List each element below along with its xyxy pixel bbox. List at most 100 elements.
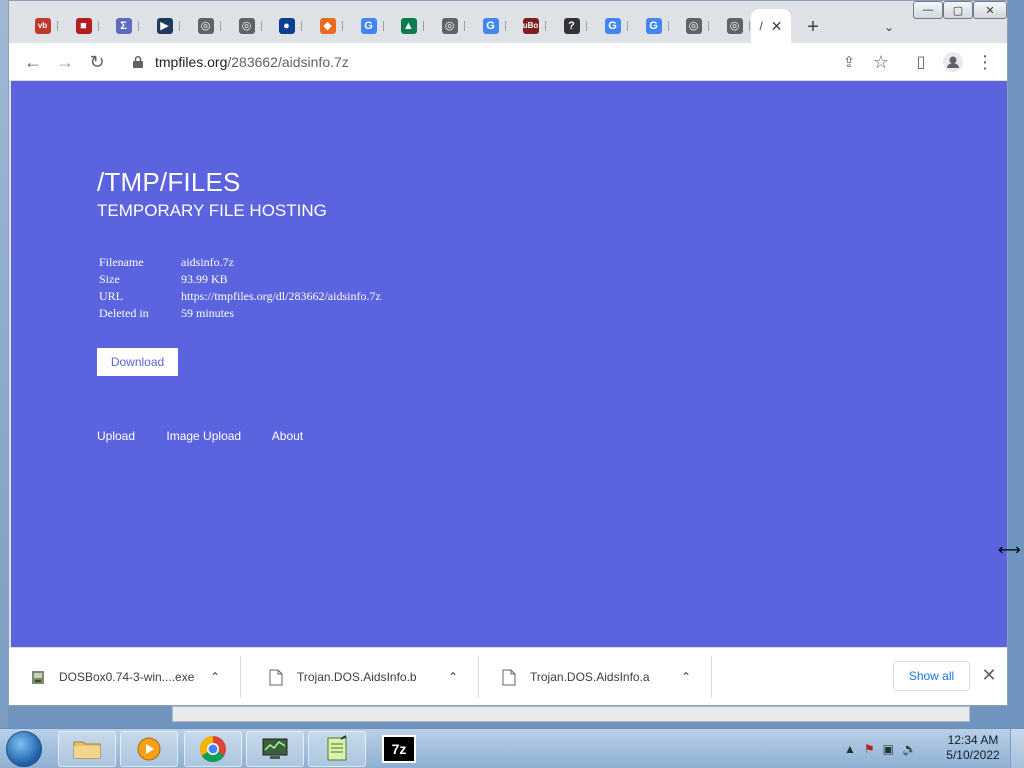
background-window-scrollbar: [172, 706, 970, 722]
new-tab-button[interactable]: +: [801, 15, 825, 39]
bookmark-star-icon[interactable]: ☆: [869, 50, 893, 74]
tab[interactable]: ◎: [231, 9, 271, 43]
tab[interactable]: G: [597, 9, 637, 43]
network-icon[interactable]: ▣: [883, 742, 894, 756]
network-monitor-taskbar-button[interactable]: [246, 731, 304, 767]
tab-favicon-icon: ◆: [319, 18, 336, 34]
tab[interactable]: G: [353, 9, 393, 43]
clock[interactable]: 12:34 AM 5/10/2022: [944, 733, 1002, 763]
back-button[interactable]: ←: [21, 50, 45, 74]
tab-separator: [341, 21, 345, 31]
page-content: /TMP/FILES TEMPORARY FILE HOSTING Filena…: [11, 81, 1007, 647]
chevron-up-icon[interactable]: ⌃: [448, 670, 458, 684]
tab-favicon-icon: ◎: [685, 18, 702, 34]
tab-separator: [382, 21, 386, 31]
show-all-button[interactable]: Show all: [893, 661, 970, 691]
file-info-table: Filename aidsinfo.7z Size 93.99 KB URL https:…: [97, 254, 383, 322]
tray-expand-icon[interactable]: ▲: [844, 742, 856, 756]
tab-search-button[interactable]: ⌄: [879, 17, 899, 37]
tab-favicon-icon: Σ: [115, 18, 132, 34]
chevron-up-icon[interactable]: ⌃: [681, 670, 691, 684]
profile-avatar[interactable]: [941, 50, 965, 74]
tab-favicon-icon: ◎: [197, 18, 214, 34]
file-info-key: Filename: [99, 255, 144, 269]
explorer-taskbar-button[interactable]: [58, 731, 116, 767]
tab[interactable]: ?: [556, 9, 596, 43]
7zip-taskbar-button[interactable]: 7z: [370, 731, 428, 767]
installer-icon: [32, 670, 44, 684]
tab[interactable]: ▶: [149, 9, 189, 43]
tab[interactable]: ◎: [678, 9, 718, 43]
reload-button[interactable]: ↻: [85, 50, 109, 74]
page-title: /TMP/FILES: [97, 167, 241, 197]
file-info-value: 59 minutes: [181, 306, 234, 320]
menu-icon[interactable]: ⋮: [973, 50, 997, 74]
tab-separator: [667, 21, 671, 31]
tab[interactable]: G: [475, 9, 515, 43]
about-link[interactable]: About: [272, 429, 303, 443]
upload-link[interactable]: Upload: [97, 429, 135, 443]
address-bar[interactable]: tmpfiles.org/283662/aidsinfo.7z: [121, 48, 881, 76]
tab[interactable]: G: [638, 9, 678, 43]
tab-active[interactable]: / ✕: [751, 9, 791, 43]
volume-icon[interactable]: 🔈: [902, 742, 917, 756]
tab[interactable]: ●: [271, 9, 311, 43]
download-item[interactable]: Trojan.DOS.AidsInfo.a ⌃: [480, 656, 712, 698]
tab-favicon-icon: G: [645, 18, 662, 34]
file-icon: [502, 669, 516, 685]
media-player-taskbar-button[interactable]: [120, 731, 178, 767]
tab-favicon-icon: ◎: [726, 18, 743, 34]
tab-favicon-icon: G: [360, 18, 377, 34]
tab-separator: [707, 21, 711, 31]
action-center-flag-icon[interactable]: ⚑: [864, 742, 875, 756]
tab[interactable]: Σ: [108, 9, 148, 43]
maximize-button[interactable]: ▢: [943, 1, 973, 19]
show-desktop-button[interactable]: [1010, 729, 1024, 768]
tab-separator: [463, 21, 467, 31]
taskbar: 7z ▲ ⚑ ▣ 🔈 12:34 AM 5/10/2022: [0, 728, 1024, 768]
tab-favicon-icon: G: [482, 18, 499, 34]
file-info-key: Deleted in: [99, 306, 149, 320]
tab[interactable]: ◎: [190, 9, 230, 43]
close-download-shelf-icon[interactable]: ✕: [977, 663, 1001, 687]
chevron-up-icon[interactable]: ⌃: [210, 670, 220, 684]
folder-icon: [73, 741, 101, 759]
browser-window: vb ■ Σ ▶ ◎ ◎ ● ◆ G ▲ ◎ GuBo? G G ◎ ◎ / ✕ + ⌄ — ▢ ✕ ← → …: [8, 0, 1008, 706]
tab[interactable]: ◆: [312, 9, 352, 43]
close-window-button[interactable]: ✕: [973, 1, 1007, 19]
share-icon[interactable]: ⇪: [837, 50, 861, 74]
tab-favicon-icon: ■: [75, 18, 92, 34]
download-button[interactable]: Download: [97, 348, 178, 376]
media-player-icon: [137, 737, 161, 761]
image-upload-link[interactable]: Image Upload: [166, 429, 241, 443]
tab-favicon-icon: ?: [563, 18, 580, 34]
minimize-button[interactable]: —: [913, 1, 943, 19]
chrome-icon: [199, 735, 226, 763]
notepad-taskbar-button[interactable]: [308, 731, 366, 767]
tab-active-title: /: [759, 19, 763, 33]
start-button[interactable]: [6, 731, 42, 767]
file-info-value: 93.99 KB: [181, 272, 228, 286]
tab[interactable]: vb: [27, 9, 67, 43]
tab[interactable]: ▲: [393, 9, 433, 43]
network-monitor-icon: [262, 738, 288, 759]
chrome-taskbar-button[interactable]: [184, 731, 242, 767]
tab[interactable]: uBo: [515, 9, 555, 43]
download-filename: DOSBox0.74-3-win....exe: [59, 670, 195, 684]
file-icon: [269, 669, 283, 685]
file-info-value[interactable]: https://tmpfiles.org/dl/283662/aidsinfo.…: [179, 288, 383, 305]
download-shelf: DOSBox0.74-3-win....exe ⌃ Trojan.DOS.Aid…: [9, 647, 1007, 705]
forward-button[interactable]: →: [53, 50, 77, 74]
file-info-value: aidsinfo.7z: [181, 255, 234, 269]
download-item[interactable]: DOSBox0.74-3-win....exe ⌃: [9, 656, 241, 698]
tab-favicon-icon: ◎: [238, 18, 255, 34]
download-item[interactable]: Trojan.DOS.AidsInfo.b ⌃: [247, 656, 479, 698]
side-panel-icon[interactable]: ▯: [909, 50, 933, 74]
profile-icon: [943, 52, 963, 72]
download-filename: Trojan.DOS.AidsInfo.b: [297, 670, 417, 684]
tab[interactable]: ■: [68, 9, 108, 43]
tab-favicon-icon: ▲: [400, 18, 417, 34]
tab-separator: [56, 21, 60, 31]
tab-close-icon[interactable]: ✕: [771, 18, 783, 35]
tab[interactable]: ◎: [434, 9, 474, 43]
